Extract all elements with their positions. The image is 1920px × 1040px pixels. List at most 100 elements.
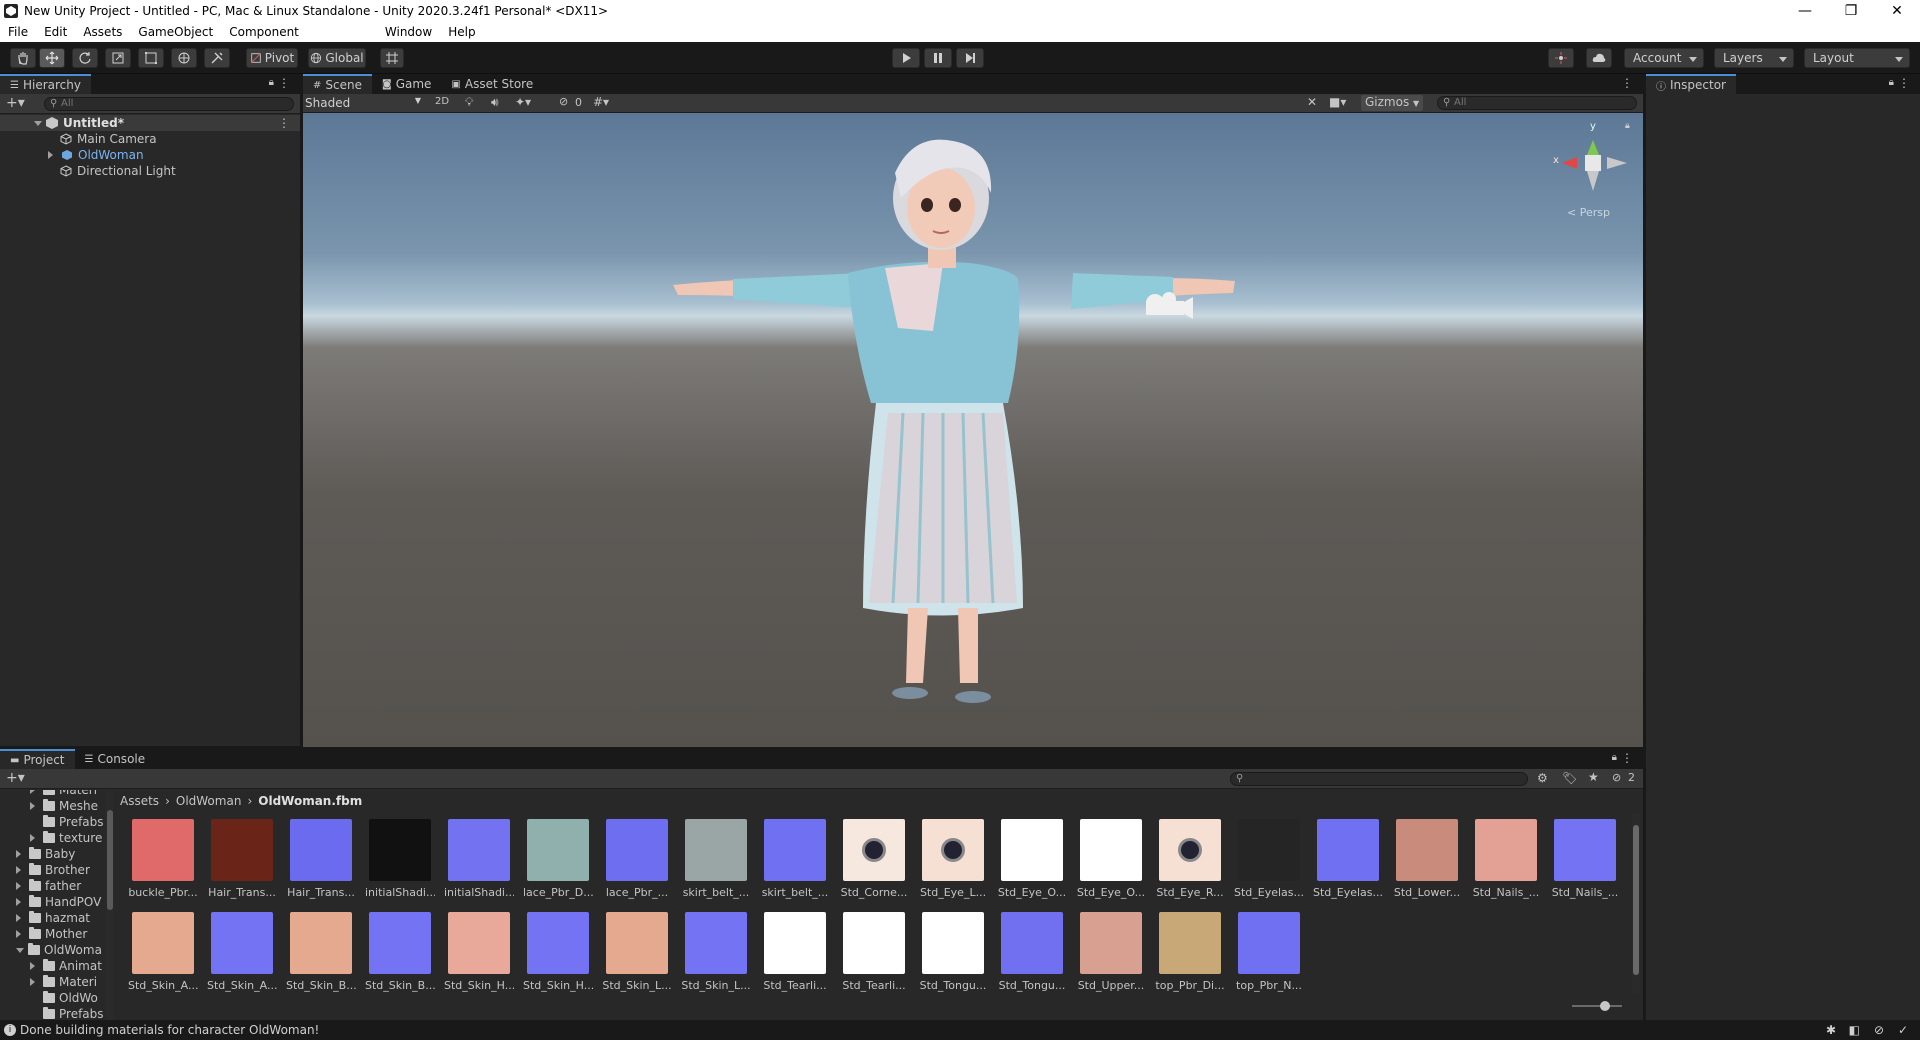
layers-dropdown[interactable]: Layers bbox=[1714, 48, 1794, 68]
asset-item[interactable]: Std_Skin_H... bbox=[523, 912, 593, 998]
scene-search-input[interactable]: All bbox=[1437, 96, 1637, 110]
panel-menu-icon[interactable]: ⋮ bbox=[1621, 751, 1633, 765]
tools-icon[interactable]: ✕ bbox=[1307, 95, 1317, 109]
asset-item[interactable]: Hair_Trans... bbox=[207, 819, 277, 905]
check-circle-icon[interactable]: ✓ bbox=[1898, 1023, 1908, 1037]
folder-item[interactable]: texture bbox=[30, 830, 102, 846]
asset-item[interactable]: Std_Upper... bbox=[1076, 912, 1146, 998]
tab-console[interactable]: ☰ Console bbox=[75, 749, 156, 769]
folder-item[interactable]: OldWoma bbox=[16, 942, 102, 958]
folder-item[interactable]: hazmat bbox=[16, 910, 90, 926]
gizmo-lock-icon[interactable]: 🔒︎ bbox=[1625, 121, 1630, 131]
camera-settings-icon[interactable]: ■▾ bbox=[1329, 95, 1346, 109]
folder-item[interactable]: father bbox=[16, 878, 81, 894]
asset-item[interactable]: Std_Eye_L... bbox=[918, 819, 988, 905]
asset-item[interactable]: Hair_Trans... bbox=[286, 819, 356, 905]
expand-right-icon[interactable] bbox=[16, 882, 25, 890]
menu-component[interactable]: Component bbox=[221, 25, 307, 39]
breadcrumb-fbm[interactable]: OldWoman.fbm bbox=[258, 794, 362, 808]
audio-toggle-icon[interactable]: 🔊︎ bbox=[491, 95, 499, 110]
scene-viewport[interactable]: y x < Persp 🔒︎ bbox=[303, 113, 1643, 747]
menu-help[interactable]: Help bbox=[440, 25, 483, 39]
asset-item[interactable]: Std_Skin_B... bbox=[286, 912, 356, 998]
expand-right-icon[interactable] bbox=[30, 802, 39, 810]
hierarchy-item-oldwoman[interactable]: OldWoman bbox=[48, 147, 144, 163]
folder-item[interactable]: Materi bbox=[30, 974, 97, 990]
close-button[interactable]: ✕ bbox=[1874, 0, 1920, 22]
asset-item[interactable]: top_Pbr_Di... bbox=[1155, 912, 1225, 998]
debug-icon[interactable]: ✱ bbox=[1826, 1023, 1836, 1037]
pause-button[interactable] bbox=[924, 48, 952, 68]
move-tool-button[interactable] bbox=[39, 48, 65, 68]
asset-item[interactable]: lace_Pbr_D... bbox=[523, 819, 593, 905]
gizmos-dropdown[interactable]: Gizmos ▼ bbox=[1361, 95, 1424, 111]
asset-item[interactable]: Std_Nails_... bbox=[1550, 819, 1620, 905]
breadcrumb-assets[interactable]: Assets bbox=[120, 794, 159, 808]
orientation-gizmo[interactable] bbox=[1562, 140, 1627, 191]
lighting-toggle-icon[interactable]: 💡︎ bbox=[465, 95, 473, 110]
asset-item[interactable]: Std_Skin_H... bbox=[444, 912, 514, 998]
asset-item[interactable]: buckle_Pbr... bbox=[128, 819, 198, 905]
folder-item[interactable]: OldWo bbox=[30, 990, 98, 1006]
tab-project[interactable]: ▬ Project bbox=[0, 749, 75, 769]
folder-item[interactable]: Mother bbox=[16, 926, 87, 942]
asset-item[interactable]: Std_Skin_L... bbox=[681, 912, 751, 998]
account-dropdown[interactable]: Account bbox=[1624, 48, 1704, 68]
menu-assets[interactable]: Assets bbox=[75, 25, 130, 39]
asset-item[interactable]: Std_Skin_A... bbox=[128, 912, 198, 998]
folder-item[interactable]: Brother bbox=[16, 862, 90, 878]
panel-menu-icon[interactable]: ⋮ bbox=[1898, 76, 1910, 90]
asset-item[interactable]: Std_Tongu... bbox=[918, 912, 988, 998]
expand-right-icon[interactable] bbox=[30, 834, 39, 842]
pivot-toggle[interactable]: Pivot bbox=[246, 48, 298, 68]
play-button[interactable] bbox=[892, 48, 920, 68]
tab-inspector[interactable]: ⓘ Inspector bbox=[1646, 74, 1736, 94]
hierarchy-item-main-camera[interactable]: Main Camera bbox=[60, 131, 157, 147]
asset-item[interactable]: Std_Skin_L... bbox=[602, 912, 672, 998]
progress-icon[interactable]: ◧ bbox=[1849, 1023, 1860, 1037]
lock-icon[interactable]: 🔒︎ bbox=[1612, 752, 1617, 763]
collab-button[interactable] bbox=[1548, 48, 1574, 68]
panel-menu-icon[interactable]: ⋮ bbox=[1621, 76, 1633, 90]
scene-root-row[interactable]: Untitled* ⋮ bbox=[0, 115, 300, 131]
create-plus-button[interactable]: +▾ bbox=[6, 770, 25, 786]
expand-down-icon[interactable] bbox=[16, 947, 24, 957]
lock-icon[interactable]: 🔒︎ bbox=[269, 77, 274, 88]
folder-item[interactable]: Prefabs bbox=[30, 814, 104, 830]
expand-right-icon[interactable] bbox=[16, 898, 25, 906]
asset-item[interactable]: Std_Eyelas... bbox=[1234, 819, 1304, 905]
panel-menu-icon[interactable]: ⋮ bbox=[278, 76, 290, 90]
snap-grid-button[interactable] bbox=[380, 48, 404, 68]
asset-item[interactable]: initialShadi... bbox=[365, 819, 435, 905]
custom-tool-button[interactable] bbox=[204, 48, 230, 68]
asset-item[interactable]: Std_Tongu... bbox=[997, 912, 1067, 998]
asset-item[interactable]: Std_Skin_A... bbox=[207, 912, 277, 998]
menu-edit[interactable]: Edit bbox=[36, 25, 75, 39]
expand-right-icon[interactable] bbox=[16, 914, 25, 922]
menu-file[interactable]: File bbox=[0, 25, 36, 39]
cloud-button[interactable] bbox=[1586, 48, 1612, 68]
asset-item[interactable]: Std_Eye_R... bbox=[1155, 819, 1225, 905]
global-toggle[interactable]: Global bbox=[308, 48, 366, 68]
asset-item[interactable]: Std_Corne... bbox=[839, 819, 909, 905]
grid-toggle-icon[interactable]: #▾ bbox=[593, 95, 609, 109]
tab-hierarchy[interactable]: ☰ Hierarchy bbox=[0, 74, 91, 94]
expand-right-icon[interactable] bbox=[30, 978, 39, 986]
menu-gameobject[interactable]: GameObject bbox=[130, 25, 221, 39]
expand-right-icon[interactable] bbox=[16, 930, 25, 938]
folder-item[interactable]: HandPOV bbox=[16, 894, 101, 910]
asset-item[interactable]: skirt_belt_... bbox=[760, 819, 830, 905]
asset-grid-scrollbar[interactable] bbox=[1632, 813, 1640, 993]
menu-window[interactable]: Window bbox=[377, 25, 440, 39]
create-plus-button[interactable]: +▾ bbox=[6, 95, 25, 111]
transform-tool-button[interactable] bbox=[171, 48, 197, 68]
2d-toggle-button[interactable]: 2D bbox=[435, 96, 449, 107]
hidden-packages-icon[interactable]: ⊘ bbox=[1612, 771, 1621, 784]
folder-item[interactable]: Meshe bbox=[30, 798, 98, 814]
scene-menu-icon[interactable]: ⋮ bbox=[278, 116, 290, 130]
asset-item[interactable]: Std_Skin_B... bbox=[365, 912, 435, 998]
draw-mode-dropdown[interactable]: Shaded ▼ bbox=[305, 96, 423, 111]
expand-right-icon[interactable] bbox=[48, 151, 57, 159]
rect-tool-button[interactable] bbox=[138, 48, 164, 68]
tab-game[interactable]: ◙ Game bbox=[372, 74, 441, 94]
